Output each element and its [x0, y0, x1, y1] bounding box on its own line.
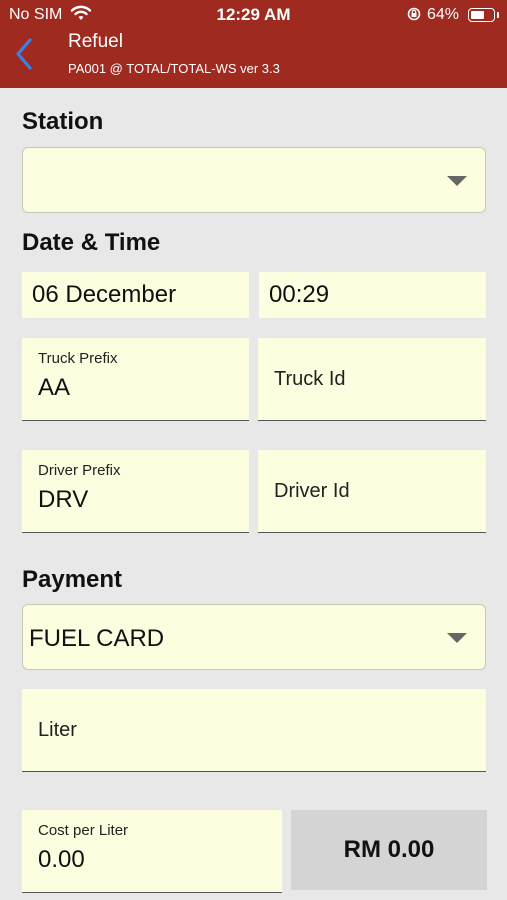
battery-percent: 64% [427, 6, 460, 23]
battery-icon [468, 8, 495, 22]
chevron-down-icon [447, 633, 467, 643]
nav-bar: Refuel PA001 @ TOTAL/TOTAL-WS ver 3.3 [0, 30, 507, 88]
orientation-lock-icon [407, 7, 421, 21]
page-subtitle: PA001 @ TOTAL/TOTAL-WS ver 3.3 [68, 61, 280, 76]
cost-per-liter-label: Cost per Liter [38, 822, 129, 839]
driver-prefix-label: Driver Prefix [38, 462, 121, 479]
truck-id-field[interactable]: Truck Id [258, 338, 486, 421]
payment-method-value: FUEL CARD [29, 625, 165, 652]
liter-field[interactable]: Liter [22, 689, 486, 772]
driver-prefix-value: DRV [38, 486, 89, 513]
payment-heading: Payment [22, 566, 123, 593]
time-field[interactable]: 00:29 [259, 272, 486, 318]
driver-id-field[interactable]: Driver Id [258, 450, 486, 533]
datetime-heading: Date & Time [22, 229, 161, 256]
truck-prefix-field[interactable]: Truck Prefix AA [22, 338, 249, 421]
driver-id-placeholder: Driver Id [274, 480, 350, 502]
battery-cap [497, 12, 499, 18]
truck-id-placeholder: Truck Id [274, 368, 346, 390]
battery-fill [471, 11, 484, 19]
truck-prefix-value: AA [38, 374, 71, 401]
chevron-down-icon [447, 176, 467, 186]
station-heading: Station [22, 108, 104, 135]
truck-prefix-label: Truck Prefix [38, 350, 118, 367]
status-bar: No SIM 12:29 AM 64% [0, 0, 507, 30]
chevron-left-icon [16, 38, 32, 70]
cost-per-liter-value: 0.00 [38, 846, 85, 873]
driver-prefix-field[interactable]: Driver Prefix DRV [22, 450, 249, 533]
payment-method-select[interactable]: FUEL CARD [22, 604, 486, 670]
time-value: 00:29 [269, 281, 330, 308]
back-button[interactable] [6, 36, 42, 76]
date-value: 06 December [32, 281, 177, 308]
total-amount: RM 0.00 [291, 810, 487, 890]
date-field[interactable]: 06 December [22, 272, 249, 318]
page-title: Refuel [68, 31, 123, 52]
liter-placeholder: Liter [38, 719, 77, 741]
station-select[interactable] [22, 147, 486, 213]
cost-per-liter-field[interactable]: Cost per Liter 0.00 [22, 810, 282, 893]
